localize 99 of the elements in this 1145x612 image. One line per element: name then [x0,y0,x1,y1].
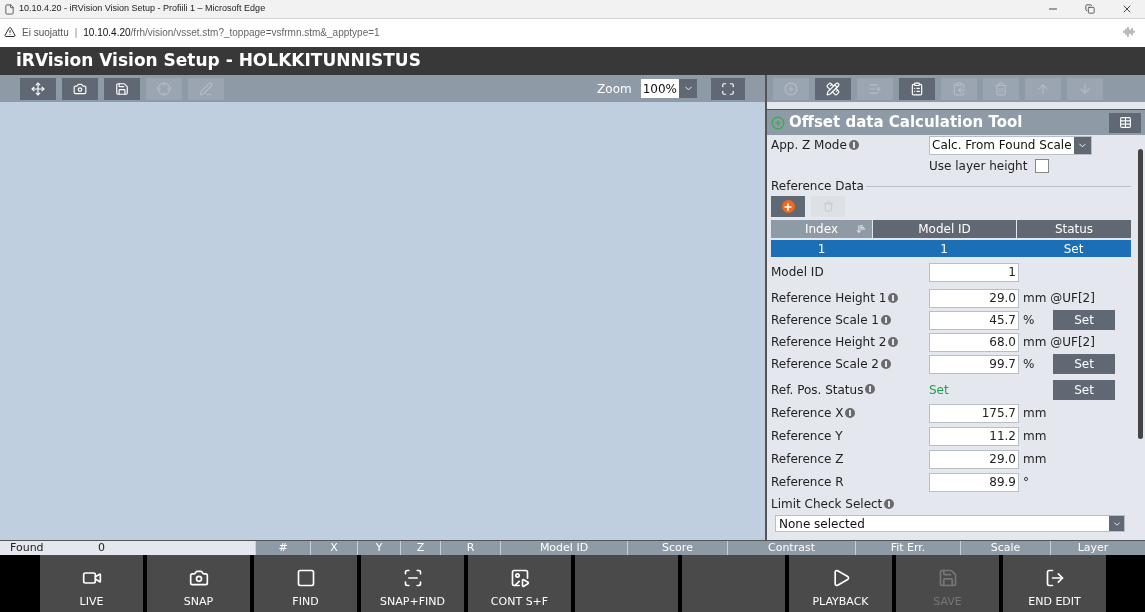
save-icon [115,81,129,96]
checkbox[interactable] [1035,159,1050,173]
field-label: App. Z Mode [771,137,847,154]
field-label: Reference Z [771,451,844,468]
table-row[interactable]: 1 1 Set [771,240,1131,257]
save-icon [937,567,958,588]
image-play-icon [509,567,530,588]
restore-icon[interactable] [1085,4,1095,14]
section-label: Reference Data [771,178,864,195]
action-button[interactable]: PLAYBACK [789,555,892,612]
table-cell-text: 1 [939,241,949,257]
set-button[interactable]: Set [1053,354,1115,374]
list-button[interactable] [1109,112,1141,133]
value-field[interactable]: 1 [929,262,1019,282]
set-button[interactable]: Set [1053,310,1115,330]
value-field[interactable]: 99.7 [929,354,1019,374]
table-icon [1118,116,1132,129]
zoom-dropdown[interactable]: 100% [640,79,697,98]
fit-icon [721,81,735,96]
action-button[interactable]: CONT S+F [468,555,571,612]
app-title: iRVision Vision Setup - HOLKKITUNNISTUS [16,49,421,73]
trash-icon [994,81,1008,96]
value-field[interactable]: 89.9 [929,472,1019,492]
add-button[interactable] [771,196,805,217]
value-field[interactable]: 175.7 [929,403,1019,423]
unit-label: mm @UF[2] [1023,290,1095,307]
move-icon [31,81,45,96]
close-icon[interactable] [1121,3,1133,15]
action-button[interactable]: LIVE [40,555,143,612]
add-icon [784,81,798,96]
unit-label: mm [1023,451,1047,468]
tool-icon [771,115,785,130]
table-cell-text: Set [1062,241,1085,257]
set-button[interactable]: Set [1053,379,1115,400]
splitter-bar[interactable] [767,102,1145,110]
mode-dropdown[interactable]: Calc. From Found Scale [929,135,1092,155]
value-field[interactable]: 45.7 [929,310,1019,330]
fit-button[interactable] [711,77,745,100]
column-header[interactable]: Model ID [873,220,1016,238]
toolbar-button[interactable] [815,77,851,100]
crosshair-icon [157,81,171,96]
toolbar-button[interactable] [62,77,98,100]
value-field[interactable]: 29.0 [929,288,1019,308]
value-field[interactable]: 29.0 [929,449,1019,469]
unit-label: % [1023,312,1035,329]
scan-icon [402,567,423,588]
field-label: Reference X [771,405,844,422]
field-label: Reference Scale 2 [771,356,879,373]
unit-label: ° [1023,474,1029,491]
security-label: Ei suojattu [22,25,69,40]
field-label: Model ID [771,264,824,281]
field-label: Reference Height 2 [771,334,887,351]
status-value: Set [929,381,950,399]
checkbox-label: Use layer height [929,158,1028,175]
action-button[interactable]: SNAP+FIND [361,555,464,612]
warning-icon [4,26,16,38]
found-label: Found [9,539,45,556]
unit-label: mm @UF[2] [1023,334,1095,351]
camera-icon [73,81,87,96]
pencil-ruler-icon [826,81,840,96]
field-label: Ref. Pos. Status [771,381,864,399]
value-field[interactable]: 68.0 [929,332,1019,352]
found-count: 0 [98,539,105,556]
arrow-down-icon [1078,81,1092,96]
toolbar-button[interactable] [104,77,140,100]
sort-icon [856,224,866,234]
url-text[interactable]: 10.10.4.20/frh/vision/vsset.stm?_toppage=vsfrmn.stm&_apptype=1 [83,24,380,40]
pen-icon [199,81,213,96]
unit-label: mm [1023,428,1047,445]
page-icon [4,3,15,15]
toolbar-button[interactable] [899,77,935,100]
window-title: 10.10.4.20 - iRVision Vision Setup - Profiili 1 – Microsoft Edge [19,2,266,16]
panel-title: Offset data Calculation Tool [789,112,1023,134]
arrow-up-icon [1036,81,1050,96]
field-label: Reference Height 1 [771,290,887,307]
separator: | [74,25,78,40]
add-icon [781,200,795,213]
limit-dropdown[interactable]: None selected [775,515,1125,532]
info-icon [865,384,876,395]
field-label: Limit Check Select [771,496,883,513]
clipboard-icon [910,81,924,96]
action-button[interactable]: SNAP [147,555,250,612]
info-icon [848,139,859,151]
field-label: Reference Scale 1 [771,312,879,329]
zoom-label: Zoom [597,80,632,98]
exit-icon [1044,567,1065,588]
toolbar-button[interactable] [20,77,56,100]
field-label: Reference R [771,474,844,491]
action-button[interactable]: FIND [254,555,357,612]
info-icon [884,498,895,510]
value-field[interactable]: 11.2 [929,426,1019,446]
table-cell-text: 1 [816,241,827,257]
column-header[interactable]: Status [1017,220,1131,238]
list-icon [868,81,882,96]
field-label: Reference Y [771,428,843,445]
unit-label: % [1023,356,1035,373]
clipboard-icon [952,81,966,96]
action-button[interactable]: END EDIT [1003,555,1106,612]
unit-label: mm [1023,405,1047,422]
